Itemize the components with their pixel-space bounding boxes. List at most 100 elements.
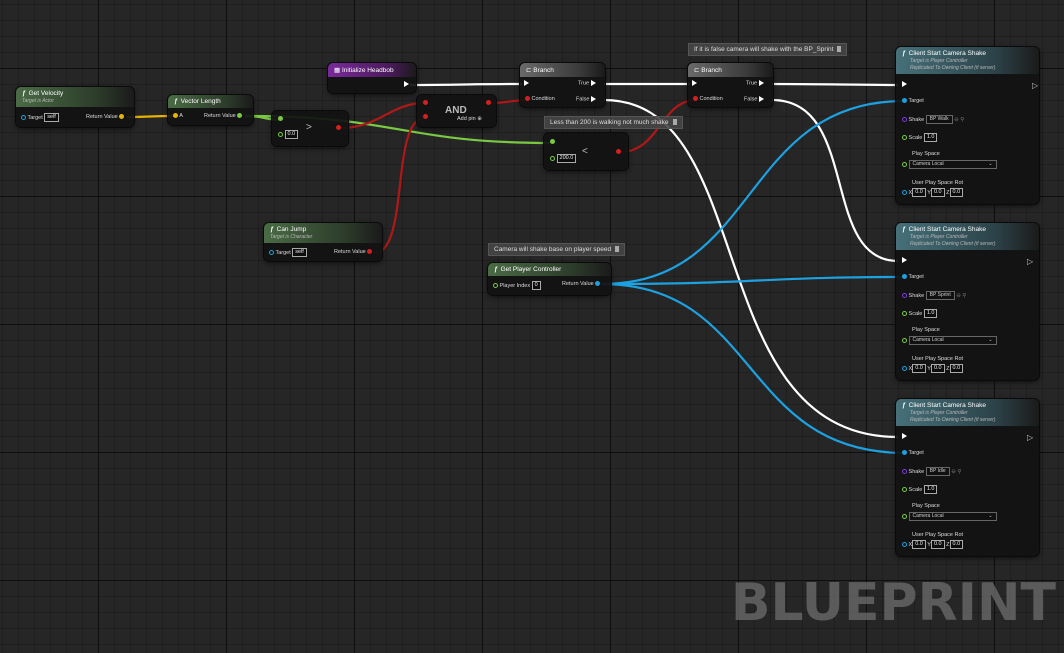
- less-than-node[interactable]: < 200.0: [544, 133, 628, 170]
- target-pin[interactable]: [269, 250, 274, 255]
- rot-y-field[interactable]: 0.0: [930, 540, 945, 549]
- target-pin[interactable]: [902, 274, 907, 280]
- bool-input-pin[interactable]: [423, 100, 428, 106]
- true-exec-pin[interactable]: [590, 80, 596, 86]
- scale-pin[interactable]: [902, 311, 907, 316]
- rot-z-field[interactable]: 0.0: [949, 364, 964, 373]
- operator-label: <: [582, 146, 588, 157]
- vector-length-node[interactable]: ƒ Vector Length A Return Value: [168, 95, 253, 125]
- bool-output-pin[interactable]: [486, 100, 491, 106]
- client-start-camera-shake-node[interactable]: ƒ Client Start Camera Shake Target is Play…: [896, 399, 1039, 556]
- shake-class-dropdown[interactable]: BP Walk: [925, 115, 953, 124]
- browse-icon[interactable]: ⊖ ⚲: [954, 117, 964, 123]
- exec-input-pin[interactable]: [524, 80, 529, 86]
- false-exec-pin[interactable]: [590, 96, 596, 102]
- exec-output-outline-icon[interactable]: ▷: [1027, 433, 1033, 442]
- value-field[interactable]: 200.0: [556, 154, 577, 163]
- add-pin-button[interactable]: Add pin ⊕: [457, 116, 482, 122]
- exec-input-pin[interactable]: [902, 257, 907, 263]
- branch-node[interactable]: ⊏ Branch True Condition False: [520, 63, 605, 107]
- exec-input-pin[interactable]: [902, 81, 907, 87]
- scale-pin[interactable]: [902, 135, 907, 140]
- scale-field[interactable]: 1.0: [923, 485, 938, 494]
- pin-label: Shake: [908, 468, 925, 475]
- comment-text: If it is false camera will shake with th…: [694, 46, 834, 53]
- scale-field[interactable]: 1.0: [923, 133, 938, 142]
- browse-icon[interactable]: ⊖ ⚲: [956, 293, 966, 299]
- exec-input-pin[interactable]: [692, 80, 697, 86]
- target-pin[interactable]: [902, 98, 907, 104]
- rot-y-field[interactable]: 0.0: [930, 364, 945, 373]
- condition-pin[interactable]: [693, 96, 698, 102]
- player-index-field[interactable]: 0: [531, 281, 541, 290]
- function-icon: ƒ: [902, 402, 906, 409]
- scale-field[interactable]: 1.0: [923, 309, 938, 318]
- comment-icon: [672, 119, 677, 126]
- a-pin[interactable]: [173, 113, 178, 119]
- node-title: Branch: [701, 67, 722, 74]
- target-pin[interactable]: [21, 115, 26, 120]
- target-value-field[interactable]: self: [44, 113, 59, 122]
- pin-label: Condition: [699, 96, 723, 102]
- rot-y-field[interactable]: 0.0: [930, 188, 945, 197]
- exec-output-outline-icon[interactable]: ▷: [1027, 257, 1033, 266]
- bool-output-pin[interactable]: [616, 149, 621, 155]
- rot-x-field[interactable]: 0.0: [912, 540, 926, 549]
- true-exec-pin[interactable]: [758, 80, 764, 86]
- target-value-field[interactable]: self: [292, 248, 307, 257]
- float-input-pin[interactable]: [550, 156, 555, 161]
- shake-class-pin[interactable]: [902, 293, 907, 298]
- play-space-dropdown[interactable]: Camera Local ⌄: [908, 160, 997, 169]
- greater-than-node[interactable]: > 0.0: [272, 111, 348, 146]
- play-space-pin[interactable]: [902, 162, 907, 167]
- target-pin[interactable]: [902, 450, 907, 456]
- scale-pin[interactable]: [902, 487, 907, 492]
- and-node[interactable]: AND Add pin ⊕: [417, 95, 496, 127]
- shake-class-dropdown[interactable]: BP Sprint: [925, 291, 955, 300]
- rotation-pin[interactable]: [902, 190, 907, 195]
- rotation-pin[interactable]: [902, 542, 907, 547]
- rotation-pin[interactable]: [902, 366, 907, 371]
- get-player-controller-node[interactable]: ƒ Get Player Controller Player Index 0 Re…: [488, 263, 611, 295]
- client-start-camera-shake-node[interactable]: ƒ Client Start Camera Shake Target is Play…: [896, 223, 1039, 380]
- node-subtitle: Target is Player Controller: [910, 58, 968, 64]
- shake-class-pin[interactable]: [902, 469, 907, 474]
- initialize-headbob-node[interactable]: ▦ Initialize Headbob: [328, 63, 416, 93]
- shake-class-dropdown[interactable]: BP Idle: [925, 467, 950, 476]
- rot-x-field[interactable]: 0.0: [912, 364, 926, 373]
- play-space-pin[interactable]: [902, 514, 907, 519]
- value-field[interactable]: 0.0: [284, 130, 299, 139]
- bool-output-pin[interactable]: [336, 125, 341, 131]
- can-jump-node[interactable]: ƒ Can Jump Target is Character Target self…: [264, 223, 382, 261]
- exec-input-pin[interactable]: [902, 433, 907, 439]
- comment-bubble[interactable]: If it is false camera will shake with th…: [688, 43, 848, 56]
- float-input-pin[interactable]: [278, 116, 283, 122]
- comment-bubble[interactable]: Less than 200 is walking not much shake: [544, 116, 683, 129]
- false-exec-pin[interactable]: [758, 96, 764, 102]
- rot-z-field[interactable]: 0.0: [949, 188, 964, 197]
- rot-x-field[interactable]: 0.0: [912, 188, 926, 197]
- player-index-pin[interactable]: [493, 283, 498, 288]
- get-velocity-node[interactable]: ƒ Get Velocity Target is Actor Target self…: [16, 87, 134, 127]
- float-input-pin[interactable]: [278, 132, 283, 137]
- play-space-dropdown[interactable]: Camera Local ⌄: [908, 512, 997, 521]
- float-input-pin[interactable]: [550, 139, 555, 145]
- event-icon: ▦: [334, 67, 342, 74]
- rot-z-field[interactable]: 0.0: [949, 540, 964, 549]
- exec-output-pin[interactable]: [404, 81, 409, 87]
- shake-class-pin[interactable]: [902, 117, 907, 122]
- return-value-pin[interactable]: [119, 114, 125, 120]
- return-value-pin[interactable]: [237, 113, 243, 119]
- play-space-pin[interactable]: [902, 338, 907, 343]
- bool-input-pin[interactable]: [423, 114, 428, 120]
- comment-bubble[interactable]: Camera will shake base on player speed: [488, 243, 626, 256]
- chevron-down-icon: ⌄: [988, 513, 993, 519]
- condition-pin[interactable]: [525, 96, 530, 102]
- pin-label: Return Value: [334, 249, 366, 255]
- browse-icon[interactable]: ⊖ ⚲: [951, 469, 961, 475]
- return-value-pin[interactable]: [367, 249, 373, 255]
- client-start-camera-shake-node[interactable]: ƒ Client Start Camera Shake Target is Play…: [896, 47, 1039, 204]
- branch-node[interactable]: ⊏ Branch True Condition False: [688, 63, 773, 107]
- play-space-dropdown[interactable]: Camera Local ⌄: [908, 336, 997, 345]
- return-value-pin[interactable]: [595, 281, 601, 287]
